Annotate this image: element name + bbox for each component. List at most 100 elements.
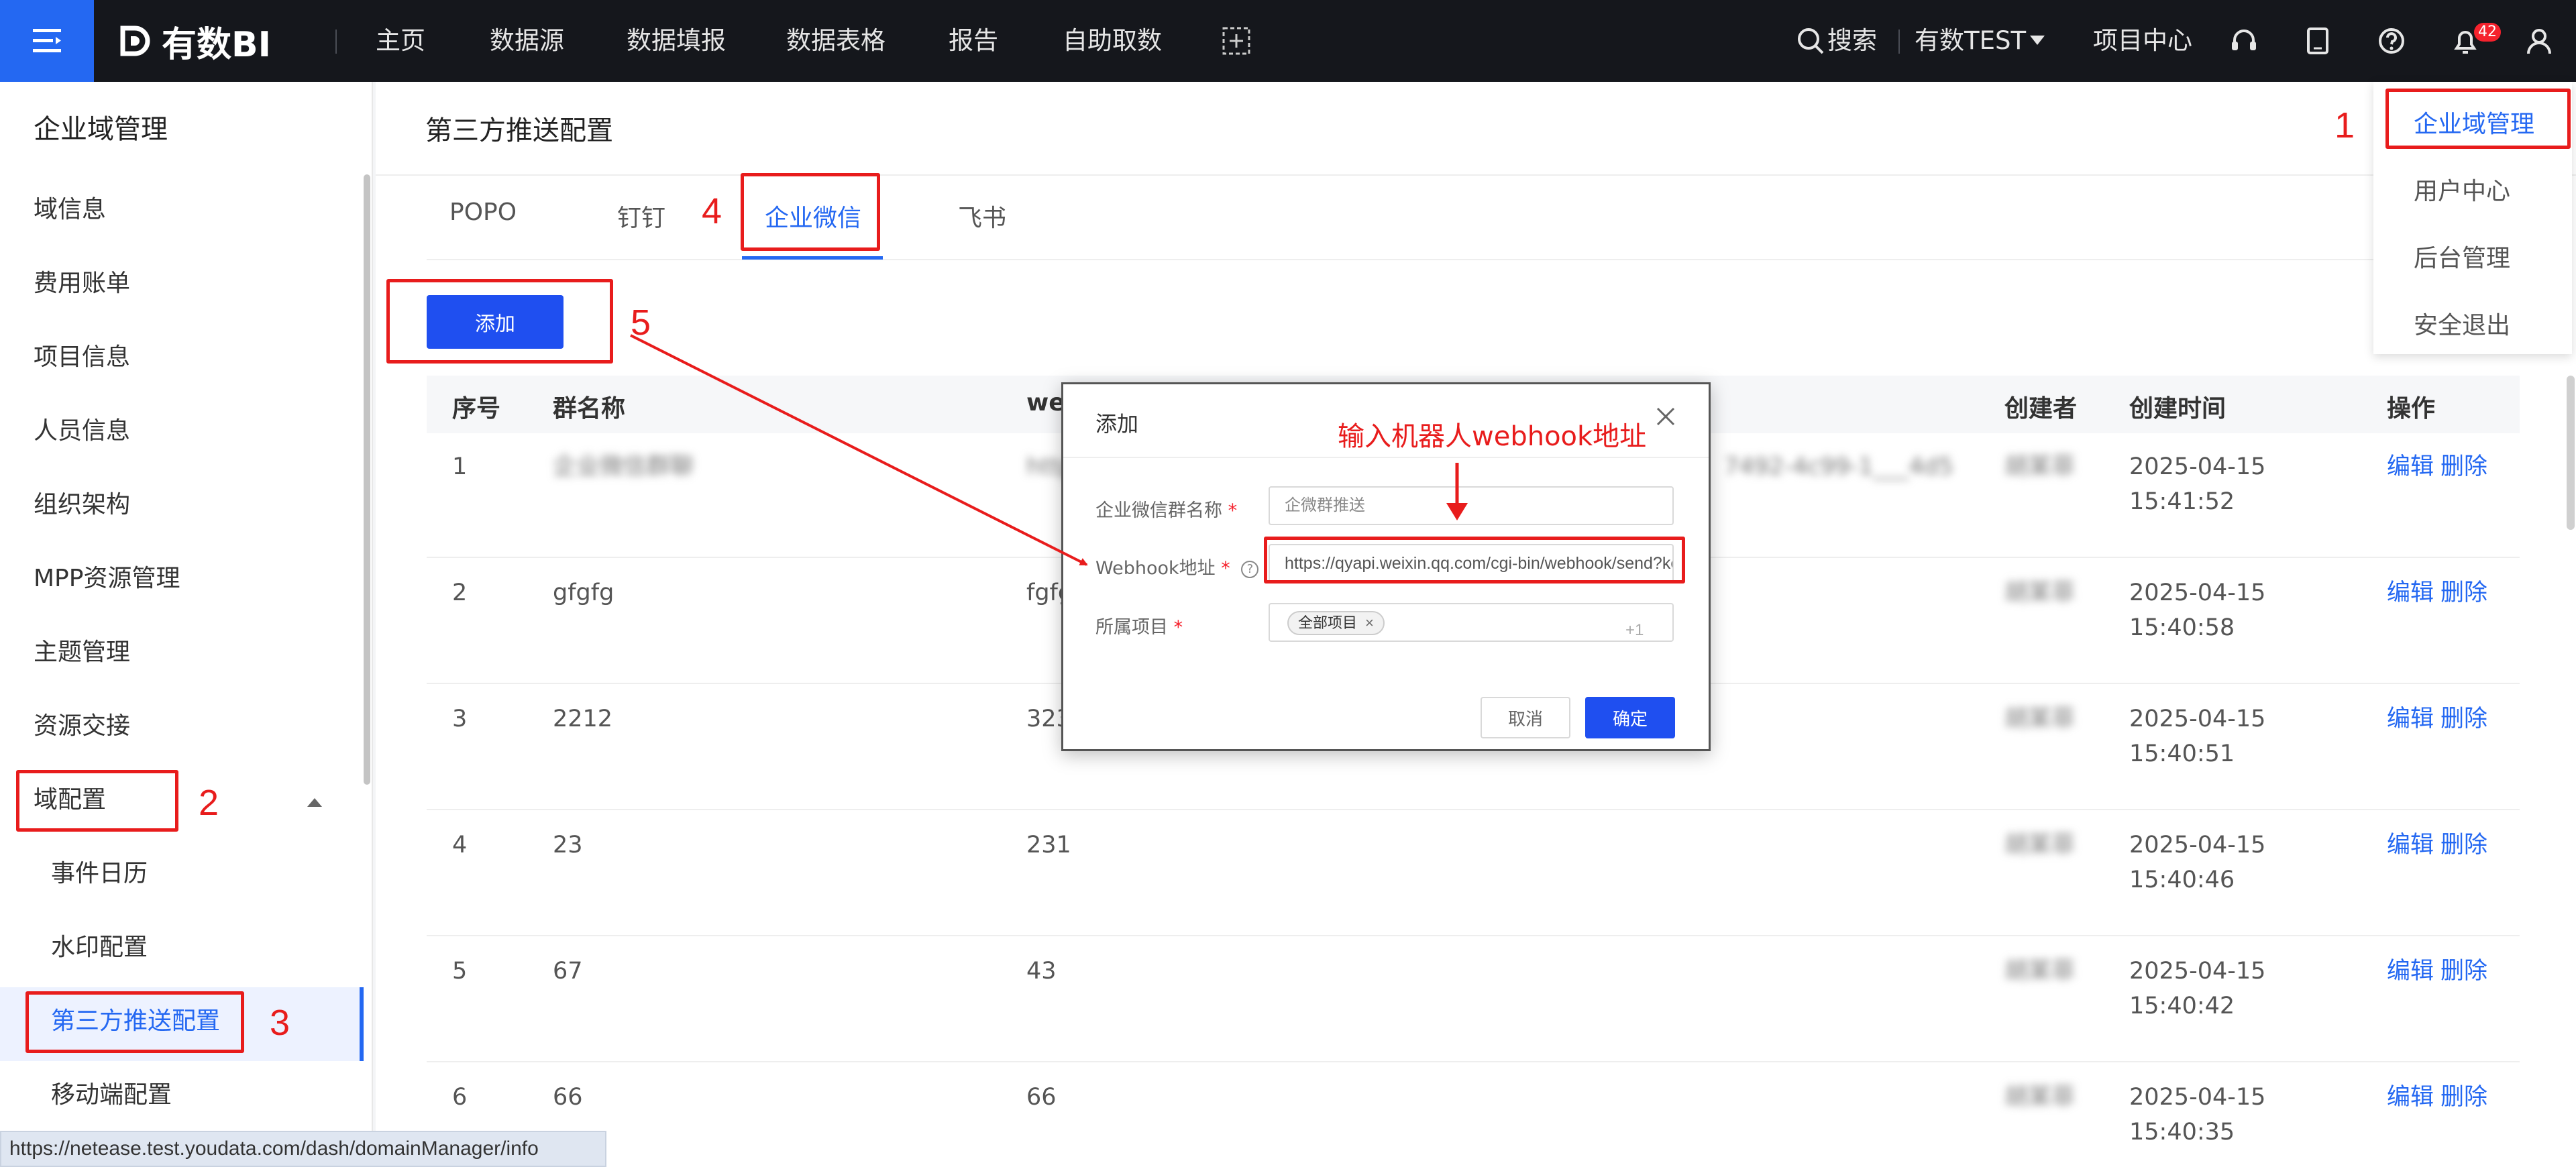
help-icon[interactable]	[2376, 25, 2407, 56]
hamburger-icon	[33, 29, 61, 52]
project-label: 所属项目 *	[1095, 612, 1183, 638]
edit-link[interactable]: 编辑	[2387, 954, 2434, 989]
nav-self-service[interactable]: 自助取数	[1063, 24, 1162, 58]
menu-item-logout[interactable]: 安全退出	[2414, 306, 2510, 341]
annotation-box-add-button	[386, 279, 613, 364]
row-group-name: 2212	[553, 706, 613, 732]
delete-link[interactable]: 删除	[2440, 828, 2487, 863]
headset-icon[interactable]	[2229, 25, 2259, 56]
table-row: 6 66 66 胡某菲 2025-04-15 15:40:35 编辑 删除	[427, 1064, 2520, 1167]
header-actions: 操作	[2387, 395, 2436, 423]
group-name-input[interactable]: 企微群推送	[1269, 486, 1674, 525]
edit-link[interactable]: 编辑	[2387, 449, 2434, 484]
row-created-time: 2025-04-15 15:40:42	[2129, 958, 2266, 1019]
edit-link[interactable]: 编辑	[2387, 575, 2434, 610]
group-name-label: 企业微信群名称 *	[1095, 496, 1237, 522]
row-creator: 胡某菲	[2004, 453, 2076, 480]
annotation-box-webhook-input	[1264, 537, 1685, 584]
row-creator: 胡某菲	[2004, 1084, 2076, 1111]
cancel-button[interactable]: 取消	[1481, 697, 1570, 738]
account-switcher[interactable]: 有数TEST	[1915, 24, 2026, 58]
confirm-button[interactable]: 确定	[1585, 697, 1675, 738]
nav-report[interactable]: 报告	[949, 24, 998, 58]
question-icon[interactable]: ?	[1241, 560, 1259, 578]
row-index: 6	[452, 1084, 468, 1111]
row-webhook-fragment: 7492-4c99-1___4d5	[1724, 453, 1953, 480]
divider	[376, 174, 2576, 176]
browser-status-bar: https://netease.test.youdata.com/dash/do…	[0, 1131, 606, 1167]
project-select[interactable]: 全部项目 × +1	[1269, 603, 1674, 642]
nav-data-table[interactable]: 数据表格	[786, 24, 885, 58]
brand-name: 有数BI	[162, 24, 271, 65]
brand-logo[interactable]: 有数BI	[117, 20, 271, 65]
search-label[interactable]: 搜索	[1827, 24, 1877, 58]
sidebar-item-domain-info[interactable]: 域信息	[34, 193, 106, 227]
edit-link[interactable]: 编辑	[2387, 828, 2434, 863]
search-icon[interactable]	[1795, 25, 1826, 56]
main-scrollbar[interactable]	[2567, 376, 2575, 530]
edit-link[interactable]: 编辑	[2387, 702, 2434, 736]
sidebar-item-personnel[interactable]: 人员信息	[34, 414, 130, 448]
tab-feishu[interactable]: 飞书	[958, 199, 1006, 233]
caret-down-icon[interactable]	[2029, 34, 2046, 47]
nav-home[interactable]: 主页	[376, 24, 425, 58]
delete-link[interactable]: 删除	[2440, 449, 2487, 484]
row-index: 4	[452, 832, 468, 858]
project-label-text: 所属项目	[1095, 617, 1168, 638]
nav-datasource[interactable]: 数据源	[490, 24, 564, 58]
table-row: 5 67 43 胡某菲 2025-04-15 15:40:42 编辑 删除	[427, 938, 2520, 1062]
sidebar-item-billing[interactable]: 费用账单	[34, 267, 130, 300]
delete-link[interactable]: 删除	[2440, 575, 2487, 610]
row-created-time: 2025-04-15 15:40:46	[2129, 832, 2266, 893]
tablet-icon[interactable]	[2302, 25, 2333, 56]
top-navigation-bar: 有数BI 主页 数据源 数据填报 数据表格 报告 自助取数 搜索 有数TEST …	[0, 0, 2576, 82]
nav-separator	[335, 30, 337, 54]
sidebar-item-project-info[interactable]: 项目信息	[34, 341, 130, 374]
collapse-caret-icon[interactable]	[307, 798, 322, 807]
header-index: 序号	[452, 395, 501, 423]
row-webhook: 43	[1026, 958, 1057, 985]
close-icon[interactable]	[1652, 403, 1679, 430]
annotation-number: 4	[702, 191, 722, 231]
sidebar-scrollbar[interactable]	[364, 174, 370, 785]
edit-link[interactable]: 编辑	[2387, 1080, 2434, 1115]
header-created-time: 创建时间	[2129, 395, 2226, 423]
row-created-time: 2025-04-15 15:40:51	[2129, 706, 2266, 767]
annotation-number: 5	[631, 302, 651, 343]
user-icon[interactable]	[2524, 25, 2555, 56]
sidebar-item-mobile-config[interactable]: 移动端配置	[51, 1078, 172, 1112]
delete-link[interactable]: 删除	[2440, 702, 2487, 736]
sidebar-item-org-structure[interactable]: 组织架构	[34, 488, 130, 522]
menu-item-admin[interactable]: 后台管理	[2414, 239, 2510, 274]
header-group-name: 群名称	[553, 395, 626, 423]
sidebar-active-indicator	[360, 987, 364, 1061]
sidebar-item-event-calendar[interactable]: 事件日历	[51, 857, 148, 891]
logo-icon	[120, 25, 150, 56]
row-creator: 胡某菲	[2004, 958, 2076, 985]
row-index: 5	[452, 958, 468, 985]
delete-link[interactable]: 删除	[2440, 1080, 2487, 1115]
dialog-title: 添加	[1095, 411, 1139, 437]
add-widget-icon[interactable]	[1221, 25, 1252, 56]
sidebar-item-mpp[interactable]: MPP资源管理	[34, 562, 180, 596]
row-index: 3	[452, 706, 468, 732]
delete-link[interactable]: 删除	[2440, 954, 2487, 989]
menu-icon[interactable]	[0, 0, 94, 82]
row-index: 1	[452, 453, 468, 480]
project-tag-label: 全部项目	[1298, 614, 1358, 631]
row-group-name: gfgfg	[553, 579, 614, 606]
sidebar-item-theme[interactable]: 主题管理	[34, 636, 130, 669]
tab-dingtalk[interactable]: 钉钉	[617, 199, 665, 233]
project-tag: 全部项目 ×	[1287, 611, 1385, 635]
active-tab-underline	[742, 256, 883, 260]
project-center-link[interactable]: 项目中心	[2093, 24, 2192, 58]
menu-item-user-center[interactable]: 用户中心	[2414, 172, 2510, 207]
tab-popo[interactable]: POPO	[449, 199, 517, 226]
row-group-name: 23	[553, 832, 583, 858]
nav-data-fill[interactable]: 数据填报	[627, 24, 726, 58]
annotation-box-domain-management	[2385, 89, 2571, 149]
sidebar-item-handover[interactable]: 资源交接	[34, 710, 130, 743]
group-name-label-text: 企业微信群名称	[1095, 500, 1222, 521]
tag-close-icon[interactable]: ×	[1365, 614, 1374, 631]
sidebar-item-watermark[interactable]: 水印配置	[51, 931, 148, 964]
